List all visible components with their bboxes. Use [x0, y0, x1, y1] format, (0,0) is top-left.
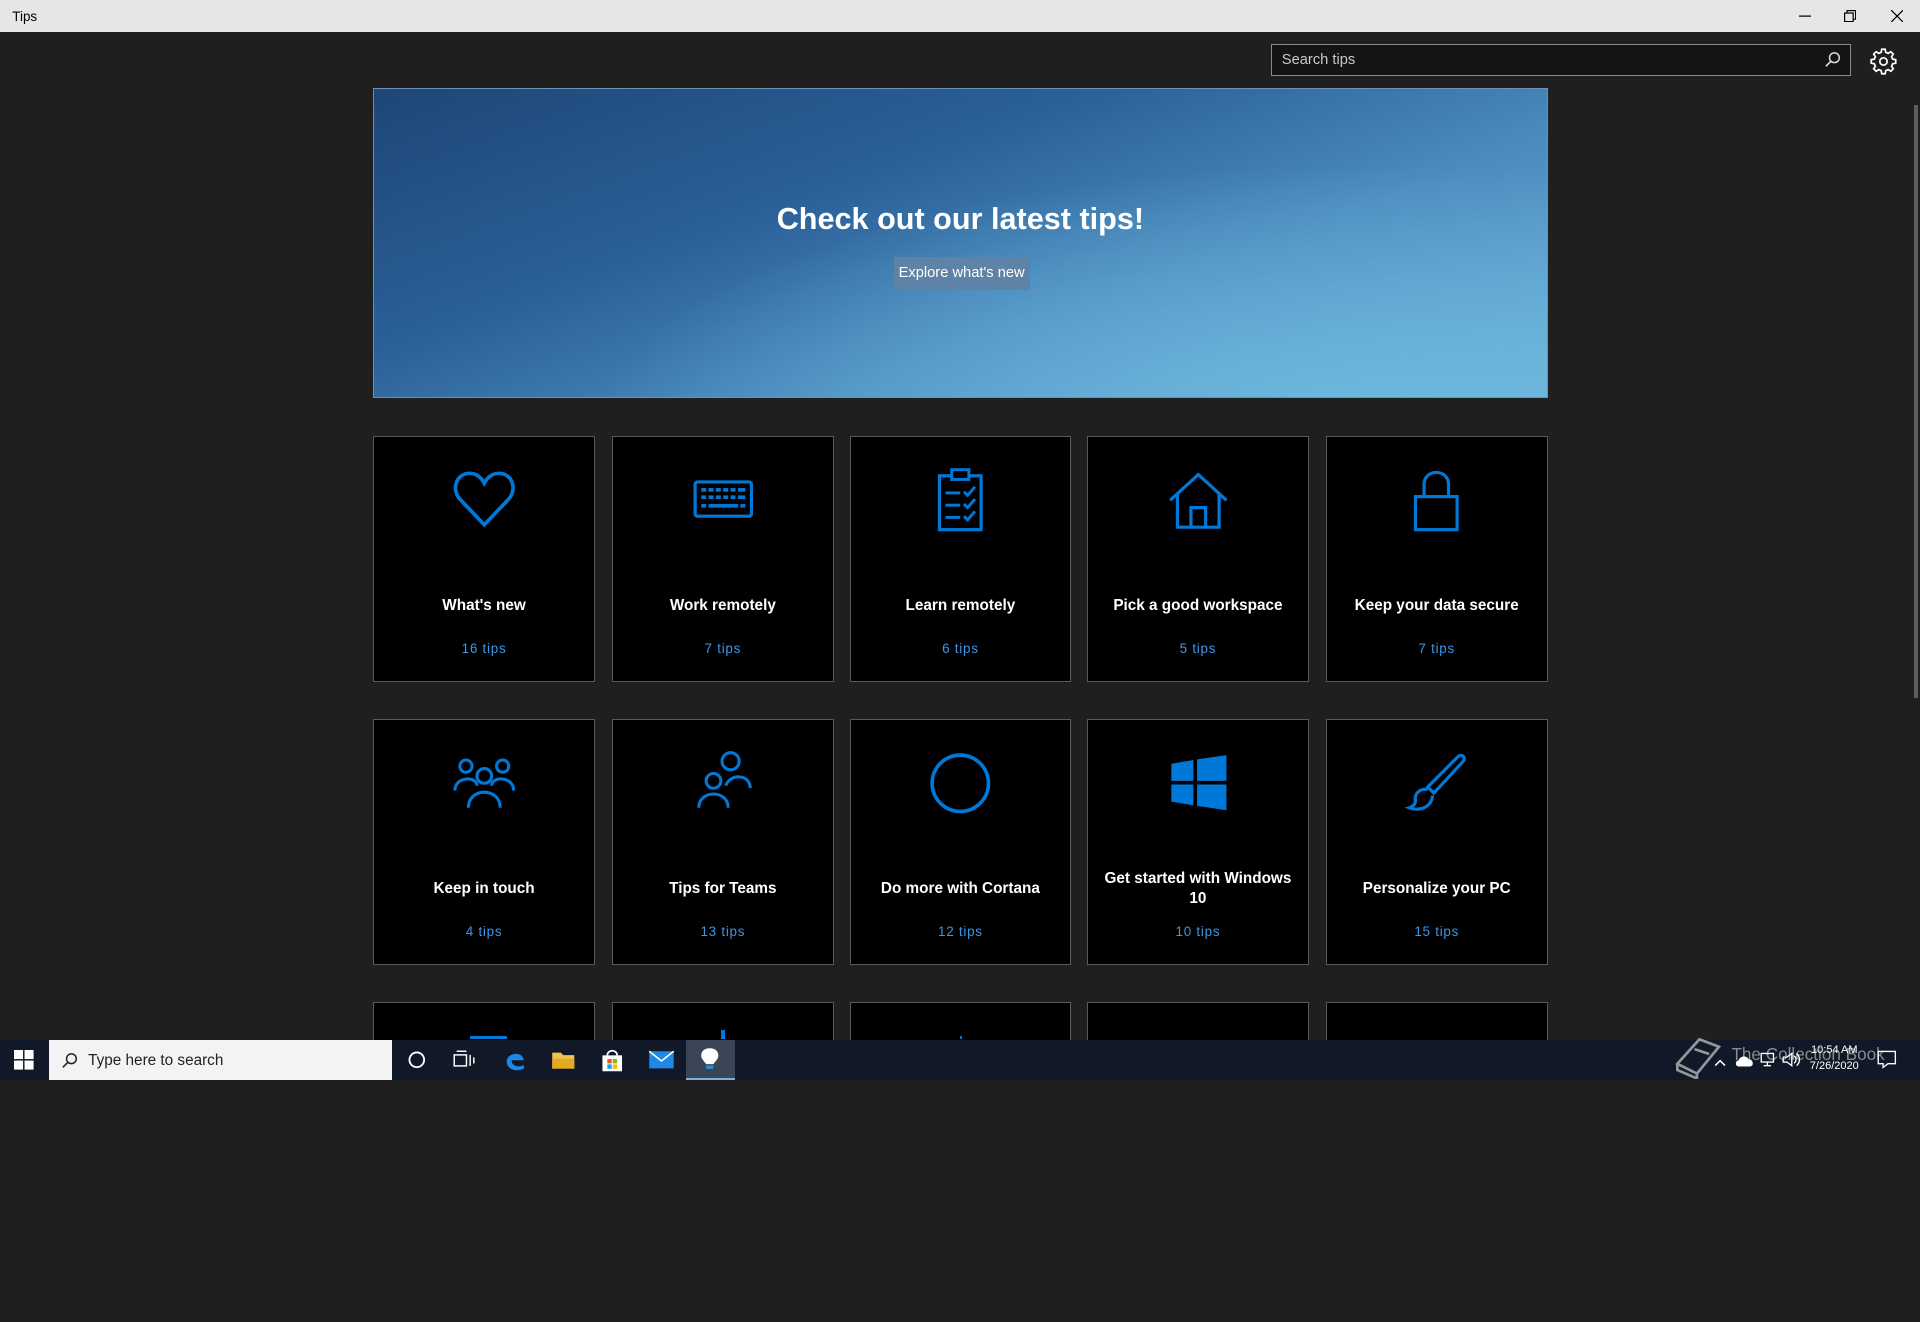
people-group-icon — [374, 749, 593, 818]
card-keep-in-touch[interactable]: Keep in touch 4 tips — [373, 718, 596, 965]
minimize-button[interactable] — [1782, 0, 1829, 32]
window-title: Tips — [12, 8, 38, 24]
card-title: Learn remotely — [905, 597, 1016, 615]
task-view-icon[interactable] — [440, 1040, 489, 1080]
card-tip-count: 7 tips — [1418, 641, 1455, 657]
card-title: Tips for Teams — [669, 879, 777, 897]
file-explorer-icon[interactable] — [539, 1040, 588, 1080]
card-tip-count: 10 tips — [1175, 924, 1221, 940]
action-center-icon[interactable] — [1877, 1049, 1897, 1075]
title-bar: Tips — [0, 0, 1920, 32]
card-title: Personalize your PC — [1362, 879, 1511, 897]
lock-icon — [1327, 466, 1546, 535]
card-do-more-with-cortana[interactable]: Do more with Cortana 12 tips — [849, 718, 1072, 965]
card-title: Pick a good workspace — [1113, 597, 1283, 615]
card-title: Keep in touch — [433, 879, 535, 897]
card-tip-count: 16 tips — [461, 641, 507, 657]
edge-browser-icon[interactable] — [491, 1040, 540, 1080]
card-pick-a-good-workspace[interactable]: Pick a good workspace 5 tips — [1087, 435, 1309, 683]
card-whats-new[interactable]: What's new 16 tips — [373, 435, 596, 683]
partial-icon — [721, 1029, 725, 1040]
onedrive-cloud-icon[interactable] — [1735, 1051, 1755, 1074]
clock-date: 7/26/2020 — [1809, 1060, 1859, 1073]
paintbrush-icon — [1327, 749, 1546, 818]
restore-button[interactable] — [1827, 0, 1874, 32]
chevron-up-icon[interactable] — [1714, 1052, 1726, 1075]
network-icon[interactable] — [1760, 1051, 1777, 1074]
card-title: Do more with Cortana — [880, 879, 1040, 897]
home-icon — [1088, 466, 1307, 535]
tips-lightbulb-icon[interactable] — [685, 1039, 735, 1080]
card-tip-count: 13 tips — [700, 924, 746, 940]
card-tip-count: 6 tips — [942, 641, 979, 657]
taskbar-search-text: Type here to search — [88, 1051, 224, 1069]
start-button[interactable] — [0, 1040, 48, 1080]
windows-start-icon — [14, 1050, 34, 1070]
card-keep-your-data-secure[interactable]: Keep your data secure 7 tips — [1326, 435, 1548, 683]
card-learn-remotely[interactable]: Learn remotely 6 tips — [849, 435, 1072, 683]
card-get-started-with-windows-10[interactable]: Get started with Windows 10 10 tips — [1087, 718, 1309, 965]
explore-whats-new-button[interactable]: Explore what's new — [893, 256, 1030, 290]
taskbar: Type here to search The Collection Book — [0, 1038, 1920, 1080]
taskbar-search-box[interactable]: Type here to search — [48, 1039, 392, 1080]
card-tips-for-teams[interactable]: Tips for Teams 13 tips — [612, 718, 834, 965]
tips-app-window: Tips Check out our latest tips! Explore … — [0, 0, 1920, 1080]
card-title: Keep your data secure — [1354, 597, 1519, 615]
search-icon — [62, 1052, 78, 1068]
settings-gear-icon[interactable] — [1870, 48, 1897, 75]
search-input[interactable] — [1272, 45, 1811, 75]
card-tip-count: 5 tips — [1179, 641, 1217, 657]
card-tip-count: 15 tips — [1414, 924, 1460, 940]
volume-icon[interactable] — [1782, 1051, 1802, 1074]
microsoft-store-icon[interactable] — [588, 1040, 637, 1080]
card-title: What's new — [442, 597, 526, 615]
card-work-remotely[interactable]: Work remotely 7 tips — [612, 435, 834, 683]
close-button[interactable] — [1873, 0, 1920, 32]
card-tip-count: 7 tips — [704, 641, 742, 657]
clock-time: 10:54 AM — [1811, 1044, 1858, 1057]
vertical-scrollbar[interactable] — [1913, 105, 1918, 698]
hero-banner: Check out our latest tips! Explore what'… — [373, 88, 1548, 398]
card-tip-count: 12 tips — [937, 924, 983, 940]
heart-icon — [374, 466, 593, 535]
hero-heading: Check out our latest tips! — [776, 201, 1145, 236]
cortana-taskbar-icon[interactable] — [392, 1040, 441, 1080]
keyboard-icon — [613, 466, 832, 535]
team-people-icon — [613, 749, 832, 818]
card-personalize-your-pc[interactable]: Personalize your PC 15 tips — [1326, 718, 1548, 965]
mail-icon[interactable] — [637, 1040, 686, 1080]
card-tip-count: 4 tips — [465, 924, 503, 940]
windows-logo-icon — [1088, 749, 1307, 818]
system-clock[interactable]: 10:54 AM 7/26/2020 — [1800, 1043, 1869, 1075]
cortana-circle-icon — [851, 749, 1070, 818]
clipboard-checklist-icon — [851, 466, 1070, 535]
search-box[interactable] — [1271, 44, 1852, 76]
search-icon[interactable] — [1824, 51, 1841, 74]
card-title: Work remotely — [669, 597, 776, 615]
card-title: Get started with Windows 10 — [1104, 870, 1292, 907]
